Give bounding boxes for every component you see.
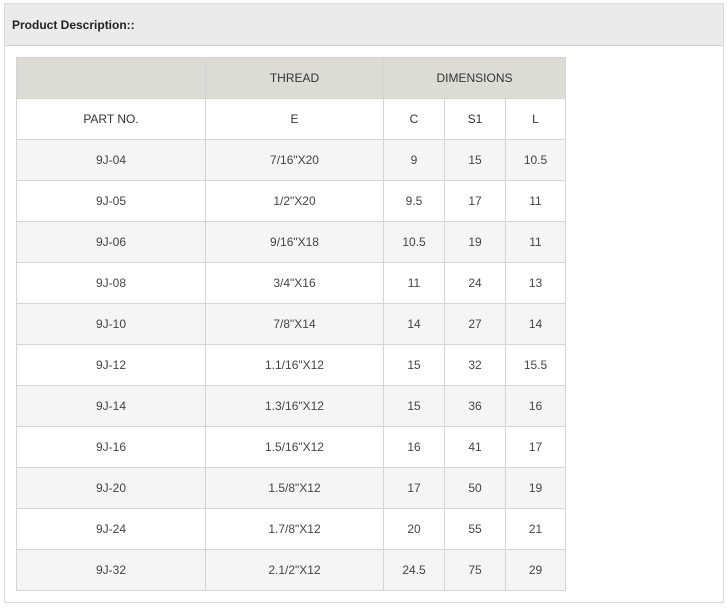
cell-dim-s1: 15 bbox=[444, 139, 506, 181]
cell-dim-l: 21 bbox=[505, 508, 566, 550]
cell-dim-s1: 50 bbox=[444, 467, 506, 509]
cell-part-no: 9J-24 bbox=[16, 508, 206, 550]
column-header-e: E bbox=[205, 98, 384, 140]
cell-dim-s1: 55 bbox=[444, 508, 506, 550]
table-row: 9J-12 1.1/16"X12 15 32 15.5 bbox=[16, 344, 566, 386]
group-header-dimensions: DIMENSIONS bbox=[383, 57, 566, 99]
cell-dim-l: 13 bbox=[505, 262, 566, 304]
cell-dim-c: 20 bbox=[383, 508, 445, 550]
table-row: 9J-08 3/4"X16 11 24 13 bbox=[16, 262, 566, 304]
cell-dim-c: 15 bbox=[383, 385, 445, 427]
column-header-s1: S1 bbox=[444, 98, 506, 140]
table-row: 9J-20 1.5/8"X12 17 50 19 bbox=[16, 467, 566, 509]
cell-thread-e: 1.3/16"X12 bbox=[205, 385, 384, 427]
column-header-c: C bbox=[383, 98, 445, 140]
table-row: 9J-14 1.3/16"X12 15 36 16 bbox=[16, 385, 566, 427]
cell-dim-c: 9.5 bbox=[383, 180, 445, 222]
column-header-part-no: PART NO. bbox=[16, 98, 206, 140]
cell-dim-c: 16 bbox=[383, 426, 445, 468]
cell-thread-e: 1.5/8"X12 bbox=[205, 467, 384, 509]
cell-thread-e: 7/16"X20 bbox=[205, 139, 384, 181]
cell-part-no: 9J-08 bbox=[16, 262, 206, 304]
cell-dim-l: 11 bbox=[505, 180, 566, 222]
cell-dim-c: 15 bbox=[383, 344, 445, 386]
cell-thread-e: 7/8"X14 bbox=[205, 303, 384, 345]
cell-dim-c: 17 bbox=[383, 467, 445, 509]
cell-dim-l: 15.5 bbox=[505, 344, 566, 386]
cell-part-no: 9J-16 bbox=[16, 426, 206, 468]
panel-title: Product Description:: bbox=[5, 4, 723, 46]
table-row: 9J-06 9/16"X18 10.5 19 11 bbox=[16, 221, 566, 263]
cell-dim-s1: 41 bbox=[444, 426, 506, 468]
cell-dim-l: 29 bbox=[505, 549, 566, 591]
cell-dim-s1: 24 bbox=[444, 262, 506, 304]
cell-dim-s1: 17 bbox=[444, 180, 506, 222]
cell-dim-c: 24.5 bbox=[383, 549, 445, 591]
cell-dim-s1: 36 bbox=[444, 385, 506, 427]
group-header-row: THREAD DIMENSIONS bbox=[16, 57, 566, 99]
column-header-l: L bbox=[505, 98, 566, 140]
product-description-panel: Product Description:: THREAD DIMENSIONS … bbox=[4, 3, 724, 603]
cell-dim-s1: 75 bbox=[444, 549, 506, 591]
spec-table: THREAD DIMENSIONS PART NO. E C S1 L 9J-0… bbox=[16, 57, 566, 591]
table-row: 9J-16 1.5/16"X12 16 41 17 bbox=[16, 426, 566, 468]
cell-dim-s1: 27 bbox=[444, 303, 506, 345]
cell-part-no: 9J-32 bbox=[16, 549, 206, 591]
cell-thread-e: 3/4"X16 bbox=[205, 262, 384, 304]
table-row: 9J-05 1/2"X20 9.5 17 11 bbox=[16, 180, 566, 222]
cell-dim-l: 16 bbox=[505, 385, 566, 427]
cell-dim-l: 14 bbox=[505, 303, 566, 345]
cell-dim-l: 10.5 bbox=[505, 139, 566, 181]
table-row: 9J-04 7/16"X20 9 15 10.5 bbox=[16, 139, 566, 181]
group-header-thread: THREAD bbox=[205, 57, 384, 99]
cell-part-no: 9J-06 bbox=[16, 221, 206, 263]
cell-dim-l: 11 bbox=[505, 221, 566, 263]
cell-dim-c: 9 bbox=[383, 139, 445, 181]
cell-part-no: 9J-14 bbox=[16, 385, 206, 427]
cell-part-no: 9J-20 bbox=[16, 467, 206, 509]
cell-thread-e: 2.1/2"X12 bbox=[205, 549, 384, 591]
cell-dim-c: 10.5 bbox=[383, 221, 445, 263]
table-row: 9J-32 2.1/2"X12 24.5 75 29 bbox=[16, 549, 566, 591]
cell-dim-s1: 32 bbox=[444, 344, 506, 386]
cell-part-no: 9J-04 bbox=[16, 139, 206, 181]
column-header-row: PART NO. E C S1 L bbox=[16, 98, 566, 140]
table-row: 9J-24 1.7/8"X12 20 55 21 bbox=[16, 508, 566, 550]
cell-thread-e: 1/2"X20 bbox=[205, 180, 384, 222]
cell-dim-c: 11 bbox=[383, 262, 445, 304]
cell-dim-l: 19 bbox=[505, 467, 566, 509]
cell-dim-l: 17 bbox=[505, 426, 566, 468]
cell-part-no: 9J-12 bbox=[16, 344, 206, 386]
cell-thread-e: 1.1/16"X12 bbox=[205, 344, 384, 386]
cell-thread-e: 1.7/8"X12 bbox=[205, 508, 384, 550]
cell-thread-e: 1.5/16"X12 bbox=[205, 426, 384, 468]
cell-dim-c: 14 bbox=[383, 303, 445, 345]
cell-dim-s1: 19 bbox=[444, 221, 506, 263]
table-row: 9J-10 7/8"X14 14 27 14 bbox=[16, 303, 566, 345]
cell-part-no: 9J-10 bbox=[16, 303, 206, 345]
cell-part-no: 9J-05 bbox=[16, 180, 206, 222]
cell-thread-e: 9/16"X18 bbox=[205, 221, 384, 263]
spec-table-body: THREAD DIMENSIONS PART NO. E C S1 L 9J-0… bbox=[16, 57, 566, 591]
group-header-blank bbox=[16, 57, 206, 99]
